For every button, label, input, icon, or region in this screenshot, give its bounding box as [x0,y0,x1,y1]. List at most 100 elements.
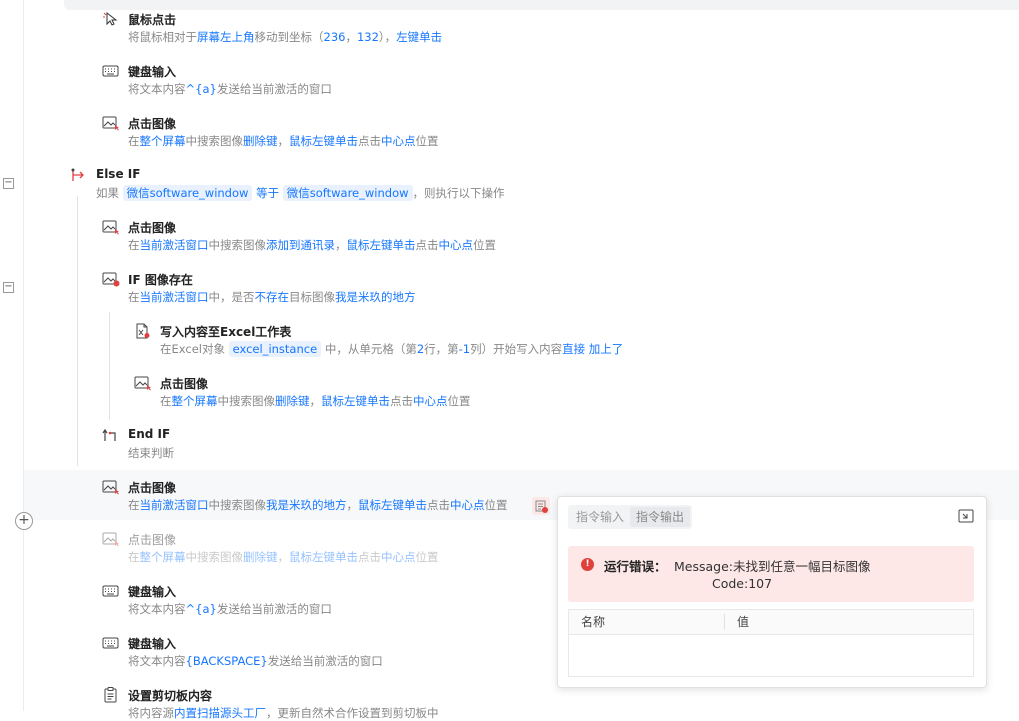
error-log-icon[interactable] [532,497,550,515]
desc-text: 位置 [447,394,471,408]
desc-text: 目标图像 [289,290,335,304]
desc-text: 发送给当前激活的窗口 [216,602,332,616]
image-click-icon [102,116,119,131]
desc-text: 将鼠标相对于 [128,30,197,44]
clipboard-icon [104,687,117,703]
keyboard-icon [102,585,119,597]
desc-keyword: 内置扫描源头工厂 [174,706,266,720]
desc-text: 位置 [415,550,439,564]
desc-text: 在 [128,550,140,564]
desc-text: 点击 [427,498,450,512]
desc-text: 移动到坐标（ [254,30,324,44]
desc-keyword: 中心点 [381,550,416,564]
keyboard-icon [102,637,119,649]
desc-text: 位置 [473,238,496,252]
step-desc: 在整个屏幕中搜索图像删除键，鼠标左键单击点击中心点位置 [128,133,439,149]
step-title: 键盘输入 [128,65,177,79]
table-header-value: 值 [737,610,750,634]
desc-text: 如果 [96,186,123,200]
desc-text: 点击 [358,550,381,564]
desc-variable-tag: 微信software_window [122,185,253,201]
desc-text: 在 [128,134,140,148]
step-desc: 在当前激活窗口中搜索图像添加到通讯录，鼠标左键单击点击中心点位置 [128,237,496,253]
else-if-branch-line [77,196,78,466]
step-title: Else IF [96,167,141,181]
desc-text: ， [277,134,290,148]
tab-command-input[interactable]: 指令输入 [570,507,630,527]
desc-text: 发送给当前激活的窗口 [216,82,332,96]
desc-keyword: 屏幕左上角 [197,30,255,44]
desc-text: 将文本内容 [128,602,186,616]
table-header-row [569,610,973,635]
desc-keyword: 中心点 [413,394,448,408]
desc-keyword: 不存在 [254,290,290,304]
end-if-icon [102,428,116,441]
image-click-icon [102,480,119,495]
desc-text: 中搜索图像 [185,134,244,148]
expand-icon[interactable] [958,509,974,523]
desc-text: 将文本内容 [128,82,186,96]
step-desc: 在Excel对象 excel_instance 中，从单元格（第2行，第-1列）… [160,341,623,357]
step-title: End IF [128,427,171,441]
step-title: IF 图像存在 [128,273,193,287]
desc-text: 中，是否 [208,290,255,304]
desc-keyword: 整个屏幕 [171,394,218,408]
step-title: 写入内容至Excel工作表 [160,325,292,339]
desc-text: 在 [160,394,172,408]
desc-variable-tag: excel_instance [228,341,322,357]
keyboard-icon [102,65,119,77]
desc-keyword: 当前激活窗口 [139,290,209,304]
desc-keyword: 删除键 [243,550,278,564]
desc-keyword: 我是米玖的地方 [266,498,347,512]
desc-keyword: 删除键 [275,394,310,408]
step-desc: 在当前激活窗口中，是否不存在目标图像我是米玖的地方 [128,289,416,305]
desc-keyword: -1 [458,342,471,356]
desc-keyword: 中心点 [381,134,416,148]
desc-text: ）， [378,30,397,44]
desc-keyword: 中心点 [438,238,474,252]
step-desc: 如果 微信software_window 等于 微信software_windo… [96,185,505,201]
step-desc: 将文本内容^{a}发送给当前激活的窗口 [128,81,332,97]
error-message: Message:未找到任意一幅目标图像 [674,559,871,574]
desc-text: 将文本内容 [128,654,186,668]
desc-keyword: 当前激活窗口 [139,238,209,252]
desc-text: ， [309,394,322,408]
add-step-button[interactable]: + [15,512,33,530]
desc-keyword: 中心点 [450,498,485,512]
error-code: Code:107 [712,576,773,591]
desc-text: 发送给当前激活的窗口 [267,654,383,668]
top-toolbar-strip [64,0,1019,10]
desc-keyword: 鼠标左键单击 [346,238,416,252]
desc-text: 中搜索图像 [185,550,244,564]
desc-keyword: ^{a} [185,602,217,616]
step-desc: 结束判断 [128,445,174,461]
desc-keyword: 添加到通讯录 [266,238,335,252]
collapse-else-if-button[interactable]: − [3,178,14,189]
desc-text: 中，从单元格（第 [321,342,417,356]
desc-text: 中搜索图像 [208,498,267,512]
desc-text: 行，第 [424,342,459,356]
step-title: 设置剪切板内容 [128,689,213,703]
desc-variable-tag: 微信software_window [282,185,413,201]
desc-text: 点击 [415,238,439,252]
desc-text: 在 [128,498,140,512]
tab-command-output[interactable]: 指令输出 [630,507,691,527]
desc-text: 将内容源 [128,706,174,720]
branch-icon [71,168,84,181]
desc-keyword: 鼠标左键单击 [321,394,390,408]
image-click-icon [102,532,119,547]
collapse-if-button[interactable]: − [3,282,14,293]
desc-keyword: 直接 加上了 [562,342,624,356]
step-desc: 将鼠标相对于屏幕左上角移动到坐标（236，132），左键单击 [128,29,442,45]
step-title: 鼠标点击 [128,13,177,27]
step-desc: 将文本内容^{a}发送给当前激活的窗口 [128,601,332,617]
desc-keyword: 鼠标左键单击 [289,550,358,564]
step-title: 点击图像 [128,117,177,131]
image-exists-icon [102,272,120,287]
desc-text: 点击 [390,394,413,408]
step-title: 点击图像 [160,377,209,391]
desc-text: ， [346,498,359,512]
desc-text: 结束判断 [128,446,174,460]
desc-keyword: 鼠标左键单击 [289,134,358,148]
error-label: 运行错误： [604,559,667,574]
